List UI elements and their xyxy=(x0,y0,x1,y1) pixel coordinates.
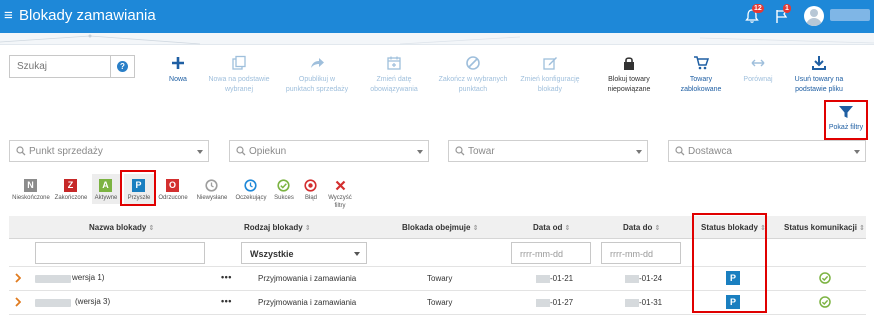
search-help-button[interactable]: ? xyxy=(111,55,135,78)
type-filter-select[interactable]: Wszystkie xyxy=(241,242,367,264)
status-chip-label: Odrzucone xyxy=(158,195,188,201)
status-chip-o[interactable]: O xyxy=(166,179,179,192)
status-chip-label: Zakończone xyxy=(54,195,88,201)
blurred-year xyxy=(536,275,550,283)
blurred-year xyxy=(536,299,550,307)
highlight-future-chip xyxy=(120,170,156,206)
status-chip-a[interactable]: A xyxy=(99,179,112,192)
highlight-status-column xyxy=(692,213,767,313)
chevron-down-icon xyxy=(636,150,642,154)
comm-filter-label: Błąd xyxy=(304,195,317,201)
type-cell: Przyjmowania i zamawiania xyxy=(258,274,357,283)
name-filter-input[interactable] xyxy=(35,242,205,264)
lock-icon xyxy=(624,57,634,70)
block-unrelated-button[interactable]: Blokuj towary niepowiązane xyxy=(601,55,657,95)
plus-icon xyxy=(172,57,184,69)
blocked-goods-button[interactable]: Towary zablokowane xyxy=(669,55,733,95)
column-header-scope[interactable]: Blokada obejmuje ⇕ xyxy=(402,223,479,234)
product-dropdown[interactable]: Towar xyxy=(448,140,648,162)
username-blurred[interactable] xyxy=(830,9,870,21)
clock-gray-icon[interactable] xyxy=(205,179,218,192)
scope-cell: Towary xyxy=(427,274,453,283)
download-icon xyxy=(812,56,826,70)
check-circle-icon xyxy=(819,272,831,284)
compare-button[interactable]: Porównaj xyxy=(741,55,775,85)
search-icon xyxy=(675,146,685,156)
comm-filter-label: Sukces xyxy=(274,195,294,201)
notifications-badge: 12 xyxy=(752,4,764,13)
scope-cell: Towary xyxy=(427,298,453,307)
type-cell: Przyjmowania i zamawiania xyxy=(258,298,357,307)
search-icon xyxy=(236,146,246,156)
end-in-points-button[interactable]: Zakończ w wybranych punktach xyxy=(438,55,508,95)
column-header-comm-status[interactable]: Status komunikacji ⇕ xyxy=(784,223,865,234)
column-header-date-from[interactable]: Data od ⇕ xyxy=(533,223,570,234)
blurred-year xyxy=(625,275,639,283)
row-actions-button[interactable]: ••• xyxy=(221,272,232,282)
column-header-date-to[interactable]: Data do ⇕ xyxy=(623,223,660,234)
error-circle-icon[interactable] xyxy=(304,179,317,192)
status-chip-n[interactable]: N xyxy=(24,179,37,192)
search-icon xyxy=(16,146,26,156)
clear-filters-label: Wyczyść filtry xyxy=(328,195,352,209)
edit-icon xyxy=(543,57,557,70)
clear-x-icon[interactable] xyxy=(334,179,347,192)
calendar-icon xyxy=(387,56,401,70)
blurred-name xyxy=(35,275,71,283)
highlight-show-filters xyxy=(824,100,868,140)
check-circle-icon xyxy=(819,296,831,308)
remove-from-file-button[interactable]: Usuń towary na podstawie pliku xyxy=(790,55,848,95)
date-from-filter[interactable]: rrrr-mm-dd xyxy=(511,242,591,264)
new-from-selected-button[interactable]: Nowa na podstawie wybranej xyxy=(205,55,273,95)
compare-icon xyxy=(751,59,765,67)
status-chip-label: Aktywne xyxy=(94,195,118,201)
search-field[interactable] xyxy=(9,55,111,78)
share-icon xyxy=(311,58,324,68)
publish-button[interactable]: Opublikuj w punktach sprzedaży xyxy=(284,55,350,95)
help-icon: ? xyxy=(117,61,128,72)
supplier-dropdown[interactable]: Dostawca xyxy=(668,140,866,162)
chevron-down-icon xyxy=(197,150,203,154)
avatar[interactable] xyxy=(804,6,824,26)
clock-blue-icon[interactable] xyxy=(244,179,257,192)
row-actions-button[interactable]: ••• xyxy=(221,296,232,306)
search-icon xyxy=(455,146,465,156)
column-header-type[interactable]: Rodzaj blokady ⇕ xyxy=(244,223,311,234)
date-from-cell: -01-27 xyxy=(550,298,574,307)
status-chip-z[interactable]: Z xyxy=(64,179,77,192)
comm-filter-label: Niewysłane xyxy=(196,195,228,201)
supervisor-dropdown[interactable]: Opiekun xyxy=(229,140,429,162)
blurred-name xyxy=(35,299,71,307)
chevron-down-icon xyxy=(354,252,360,256)
name-suffix: (wersja 3) xyxy=(75,297,111,306)
name-suffix: wersja 1) xyxy=(72,273,105,282)
change-date-button[interactable]: Zmień datę obowiązywania xyxy=(363,55,425,95)
cart-icon xyxy=(694,56,709,70)
change-config-button[interactable]: Zmień konfigurację blokady xyxy=(520,55,580,95)
date-from-cell: -01-21 xyxy=(550,274,574,283)
status-chip-label: Nieskończone xyxy=(12,195,50,201)
top-bar: ≡ Blokady zamawiania 12 1 xyxy=(0,0,874,33)
date-to-filter[interactable]: rrrr-mm-dd xyxy=(601,242,681,264)
comm-filter-label: Oczekujący xyxy=(235,195,267,201)
chevron-right-icon[interactable] xyxy=(15,273,21,283)
point-of-sale-dropdown[interactable]: Punkt sprzedaży xyxy=(9,140,209,162)
check-circle-icon[interactable] xyxy=(277,179,290,192)
copy-icon xyxy=(232,55,246,70)
new-button[interactable]: Nowa xyxy=(163,55,193,85)
chevron-down-icon xyxy=(854,150,860,154)
date-to-cell: -01-31 xyxy=(639,298,663,307)
ban-icon xyxy=(466,56,480,70)
hamburger-icon[interactable]: ≡ xyxy=(4,7,13,25)
chevron-down-icon xyxy=(417,150,423,154)
chevron-right-icon[interactable] xyxy=(15,297,21,307)
search-input[interactable] xyxy=(10,56,110,77)
header-decoration xyxy=(0,33,874,45)
page-title: Blokady zamawiania xyxy=(19,7,156,24)
date-to-cell: -01-24 xyxy=(639,274,663,283)
messages-badge: 1 xyxy=(783,4,791,13)
column-header-name[interactable]: Nazwa blokady ⇕ xyxy=(89,223,154,234)
blurred-year xyxy=(625,299,639,307)
